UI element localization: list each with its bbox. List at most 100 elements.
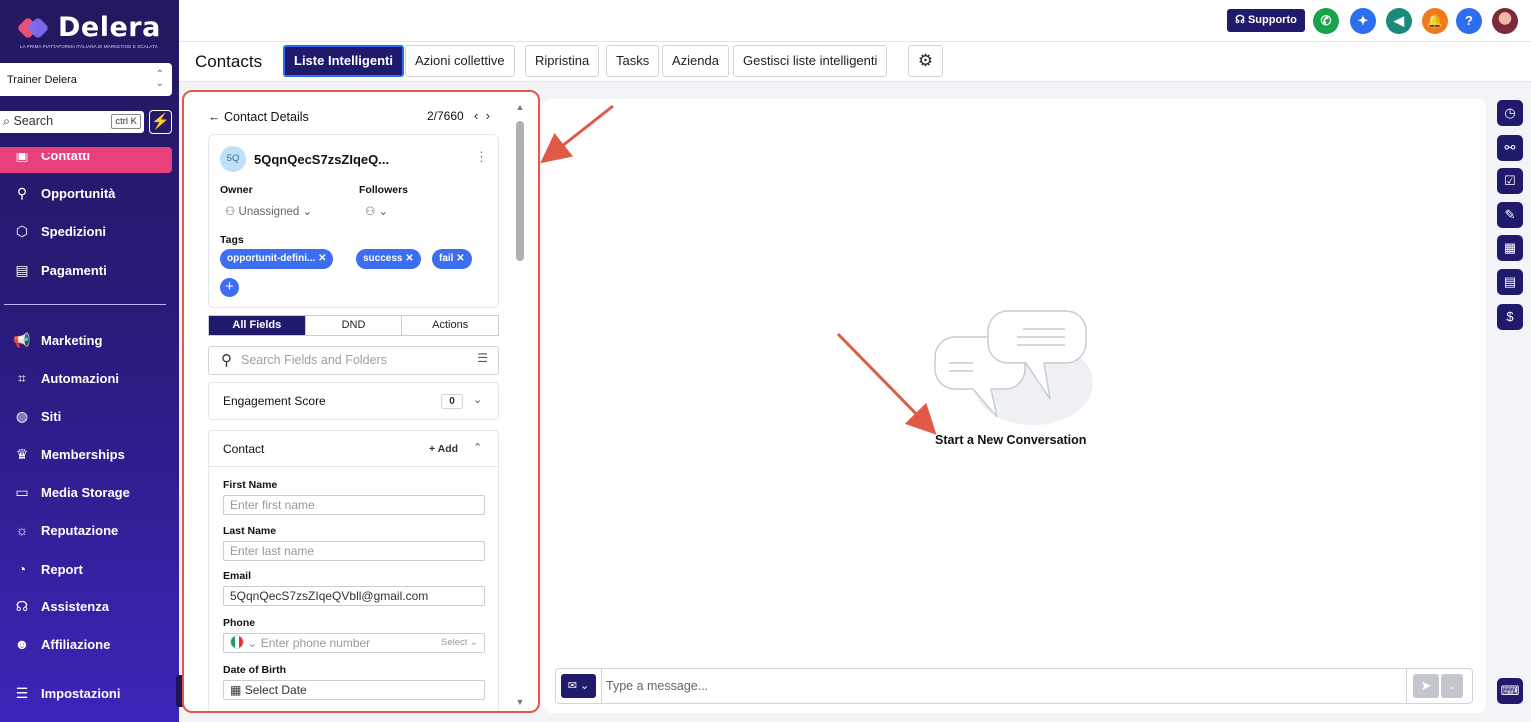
receipt-icon: ▤: [15, 262, 29, 278]
ai-sparkle-icon[interactable]: ✦: [1350, 8, 1376, 34]
chevron-left-icon[interactable]: ‹: [474, 108, 478, 123]
sidebar-item-assistenza[interactable]: ☊ Assistenza: [12, 598, 109, 615]
chevron-right-icon[interactable]: ›: [486, 108, 490, 123]
filter-lines-icon[interactable]: ☰: [477, 351, 488, 365]
italy-flag-icon[interactable]: [230, 635, 244, 649]
close-icon[interactable]: ✕: [318, 253, 326, 264]
field-search-input[interactable]: ⚲ Search Fields and Folders ☰: [208, 346, 499, 375]
sidebar-item-report[interactable]: ◔ Report: [12, 561, 83, 577]
followers-select[interactable]: ⚇ ⌄: [365, 204, 388, 218]
scroll-up-icon[interactable]: ▲: [514, 102, 526, 112]
quick-actions-bolt-icon[interactable]: ⚡: [149, 110, 172, 134]
sidebar-item-automazioni[interactable]: ⌗ Automazioni: [12, 370, 119, 387]
search-label: Search: [13, 114, 54, 128]
chevron-down-icon: ⌄: [247, 636, 258, 650]
contact-section-title: Contact: [223, 442, 265, 456]
contact-section: Contact + Add ⌃ First Name Enter first n…: [208, 430, 499, 711]
account-switcher[interactable]: Trainer Delera ⌃ ⌄: [0, 63, 172, 96]
crown-icon: ♛: [15, 446, 29, 462]
contact-details-back[interactable]: ← Contact Details: [208, 110, 309, 124]
chat-bubbles-illustration: [934, 310, 1093, 425]
channel-select[interactable]: ✉ ⌄: [561, 674, 596, 698]
clipboard-check-icon[interactable]: ☑: [1497, 168, 1523, 194]
tag-chip[interactable]: opportunit-defini... ✕: [220, 249, 334, 269]
tab-azienda[interactable]: Azienda: [662, 45, 729, 77]
first-name-label: First Name: [223, 479, 278, 491]
contact-card: 5Q 5QqnQecS7zsZIqeQ... ⋮ Owner ⚇ Unassig…: [208, 134, 499, 308]
tab-gestisci-liste[interactable]: Gestisci liste intelligenti: [733, 45, 888, 77]
send-icon[interactable]: ➤: [1413, 674, 1439, 698]
first-name-field[interactable]: Enter first name: [223, 495, 485, 515]
share-nodes-icon[interactable]: ⚯: [1497, 135, 1523, 161]
sidebar-item-opportunita[interactable]: ⚲ Opportunità: [12, 185, 116, 202]
user-plus-icon: ☻: [14, 636, 30, 652]
megaphone-icon: 📢: [13, 332, 31, 348]
logo[interactable]: Delera: [16, 12, 161, 43]
close-icon[interactable]: ✕: [456, 253, 464, 264]
document-icon[interactable]: ▤: [1497, 269, 1523, 295]
phone-icon[interactable]: ✆: [1313, 8, 1339, 34]
support-button[interactable]: ☊ Supporto: [1227, 9, 1305, 32]
sidebar-item-siti[interactable]: ◍ Siti: [12, 408, 61, 425]
storage-icon: ▭: [15, 484, 29, 500]
tab-ripristina[interactable]: Ripristina: [525, 45, 600, 77]
account-name: Trainer Delera: [7, 74, 77, 86]
sidebar-item-marketing[interactable]: 📢 Marketing: [12, 332, 102, 349]
message-input[interactable]: Type a message...: [606, 679, 708, 693]
sliders-icon: ☰: [15, 685, 29, 701]
history-icon[interactable]: ◷: [1497, 100, 1523, 126]
sidebar-item-impostazioni[interactable]: ☰ Impostazioni: [12, 685, 121, 702]
sidebar-item-spedizioni[interactable]: ⬡ Spedizioni: [12, 223, 106, 240]
tab-tasks[interactable]: Tasks: [606, 45, 660, 77]
sidebar-divider: [4, 304, 166, 305]
page-title: Contacts: [195, 52, 263, 71]
tab-actions[interactable]: Actions: [401, 316, 498, 335]
sidebar-item-memberships[interactable]: ♛ Memberships: [12, 446, 125, 463]
owner-label: Owner: [220, 184, 253, 196]
keyboard-icon[interactable]: ⌨: [1497, 678, 1523, 704]
search-shortcut: ctrl K: [111, 114, 141, 129]
add-field-button[interactable]: + Add: [429, 443, 458, 455]
announcement-icon[interactable]: ◀: [1386, 8, 1412, 34]
phone-type-select[interactable]: Select ⌄: [441, 637, 478, 648]
email-field[interactable]: 5QqnQecS7zsZIqeQVbll@gmail.com: [223, 586, 485, 606]
tab-all-fields[interactable]: All Fields: [209, 316, 305, 335]
owner-select[interactable]: ⚇ Unassigned ⌄: [225, 204, 312, 218]
tags-label: Tags: [220, 234, 244, 246]
notification-bell-icon[interactable]: 🔔: [1422, 8, 1448, 34]
help-icon[interactable]: ?: [1456, 8, 1482, 34]
close-icon[interactable]: ✕: [405, 253, 413, 264]
sidebar-search[interactable]: ⌕ Search ctrl K: [0, 111, 144, 133]
scrollbar-thumb[interactable]: [516, 121, 524, 261]
dollar-icon[interactable]: $: [1497, 304, 1523, 330]
scroll-down-icon[interactable]: ▼: [514, 697, 526, 707]
dob-field[interactable]: ▦ Select Date: [223, 680, 485, 700]
tag-chip[interactable]: success ✕: [356, 249, 421, 269]
sidebar-item-affiliazione[interactable]: ☻ Affiliazione: [12, 636, 111, 652]
tab-dnd[interactable]: DND: [304, 316, 402, 335]
more-vertical-icon[interactable]: ⋮: [475, 149, 488, 165]
tab-liste-intelligenti[interactable]: Liste Intelligenti: [283, 45, 404, 77]
record-position: 2/7660: [427, 109, 464, 123]
engagement-score-section[interactable]: Engagement Score 0 ⌄: [208, 382, 499, 420]
calendar-icon[interactable]: ▦: [1497, 235, 1523, 261]
user-avatar[interactable]: [1492, 8, 1518, 34]
sidebar-item-pagamenti[interactable]: ▤ Pagamenti: [12, 262, 106, 279]
contact-section-header[interactable]: Contact + Add ⌃: [209, 431, 498, 467]
scrollbar[interactable]: ▲ ▼: [514, 102, 526, 707]
phone-field[interactable]: ⌄ Enter phone number Select ⌄: [223, 633, 485, 653]
headset-icon: ☊: [1235, 14, 1245, 26]
tab-azioni-collettive[interactable]: Azioni collettive: [405, 45, 515, 77]
tag-chip[interactable]: fail ✕: [432, 249, 472, 269]
pencil-icon[interactable]: ✎: [1497, 202, 1523, 228]
send-options-chevron-icon[interactable]: ⌄: [1441, 674, 1463, 698]
gear-icon[interactable]: ⚙: [908, 45, 943, 77]
chevron-down-icon: ⌄: [378, 206, 389, 218]
sidebar-item-media-storage[interactable]: ▭ Media Storage: [12, 484, 129, 501]
engagement-label: Engagement Score: [223, 394, 326, 408]
last-name-field[interactable]: Enter last name: [223, 541, 485, 561]
sidebar-item-reputazione[interactable]: ☼ Reputazione: [12, 522, 119, 538]
user-icon: ⚇: [365, 206, 376, 218]
engagement-score-badge: 0: [441, 394, 463, 409]
add-tag-button[interactable]: +: [220, 278, 239, 297]
